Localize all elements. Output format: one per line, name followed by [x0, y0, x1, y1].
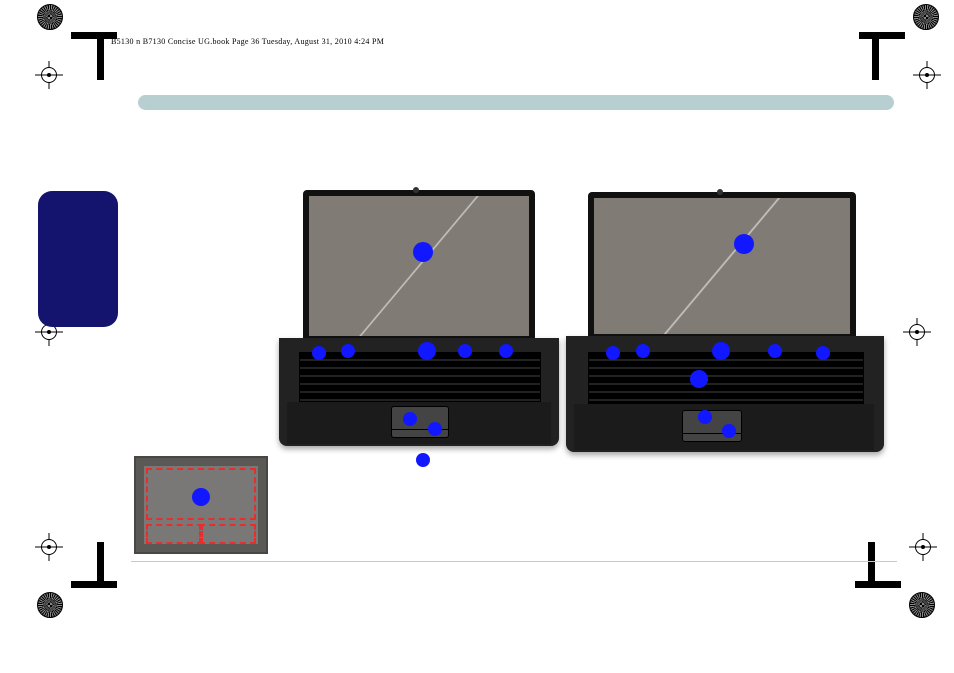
- callout-dot: [413, 242, 433, 262]
- crop-mark-top-left: [38, 5, 118, 85]
- callout-dot: [606, 346, 620, 360]
- callout-dot: [636, 344, 650, 358]
- touchpad-left-button-area: [146, 524, 203, 544]
- callout-dot: [458, 344, 472, 358]
- clickpad-inset: [134, 456, 268, 554]
- figures-group: [138, 190, 890, 470]
- callout-dot: [690, 370, 708, 388]
- separator-line: [131, 561, 897, 562]
- callout-dot: [192, 488, 210, 506]
- laptop-a: [283, 190, 563, 458]
- callout-dot: [722, 424, 736, 438]
- callout-dot: [403, 412, 417, 426]
- callout-dot: [734, 234, 754, 254]
- callout-dot: [428, 422, 442, 436]
- touchpad-right-button-area: [199, 524, 256, 544]
- callout-dot: [416, 453, 430, 467]
- section-heading-bar: [138, 95, 894, 110]
- callout-dot: [698, 410, 712, 424]
- webcam-icon: [717, 189, 723, 195]
- crop-mark-bottom-right: [856, 539, 936, 619]
- laptop-b: [570, 192, 882, 460]
- callout-dot: [418, 342, 436, 360]
- callout-dot: [499, 344, 513, 358]
- page: B5130 n B7130 Concise UG.book Page 36 Tu…: [0, 0, 954, 673]
- callout-dot: [341, 344, 355, 358]
- header-line: B5130 n B7130 Concise UG.book Page 36 Tu…: [111, 37, 384, 46]
- crop-mark-top-right: [858, 5, 938, 85]
- side-thumb-tab: [38, 191, 118, 327]
- webcam-icon: [413, 187, 419, 193]
- crop-mark-bottom-left: [36, 539, 116, 619]
- callout-dot: [816, 346, 830, 360]
- callout-dot: [312, 346, 326, 360]
- callout-dot: [768, 344, 782, 358]
- callout-dot: [712, 342, 730, 360]
